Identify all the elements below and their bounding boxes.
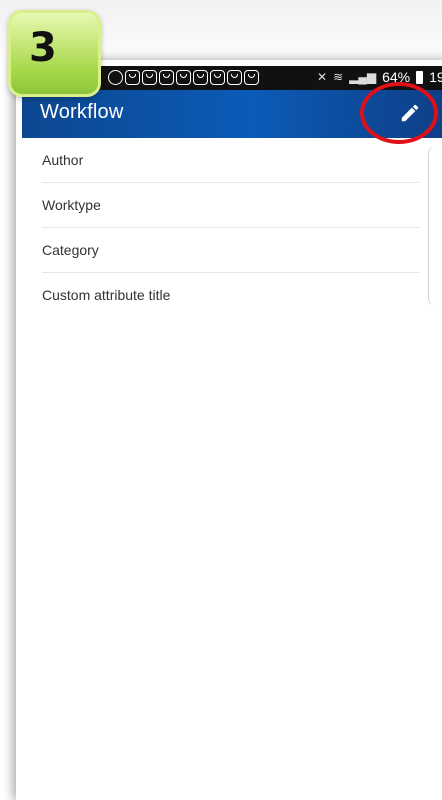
notification-app-icon xyxy=(193,70,208,85)
signal-icon: ▂▄▆ xyxy=(349,70,377,84)
page-title: Workflow xyxy=(40,101,124,123)
list-item-custom-attribute[interactable]: Custom attribute title xyxy=(42,273,420,318)
notification-app-icon xyxy=(159,70,174,85)
battery-icon xyxy=(416,70,424,84)
notification-app-icon xyxy=(142,70,157,85)
notification-app-icon xyxy=(227,70,242,85)
wifi-icon: ≋ xyxy=(333,70,344,84)
settings-notification-icon xyxy=(108,70,123,85)
workflow-list: Author Worktype Category Custom attribut… xyxy=(22,138,420,318)
status-indicators: ✕ ≋ ▂▄▆ 64% 19:12 xyxy=(317,69,442,85)
scroll-indicator xyxy=(428,146,442,306)
clock: 19:12 xyxy=(429,69,442,85)
list-item-author[interactable]: Author xyxy=(42,138,420,183)
list-item-category[interactable]: Category xyxy=(42,228,420,273)
notification-app-icon xyxy=(244,70,259,85)
notification-icons xyxy=(108,70,259,85)
step-number: 3 xyxy=(29,25,57,71)
list-item-worktype[interactable]: Worktype xyxy=(42,183,420,228)
notification-app-icon xyxy=(176,70,191,85)
step-badge: 3 xyxy=(8,10,101,97)
highlight-circle xyxy=(360,82,438,144)
notification-app-icon xyxy=(210,70,225,85)
mute-icon: ✕ xyxy=(317,70,328,84)
notification-app-icon xyxy=(125,70,140,85)
